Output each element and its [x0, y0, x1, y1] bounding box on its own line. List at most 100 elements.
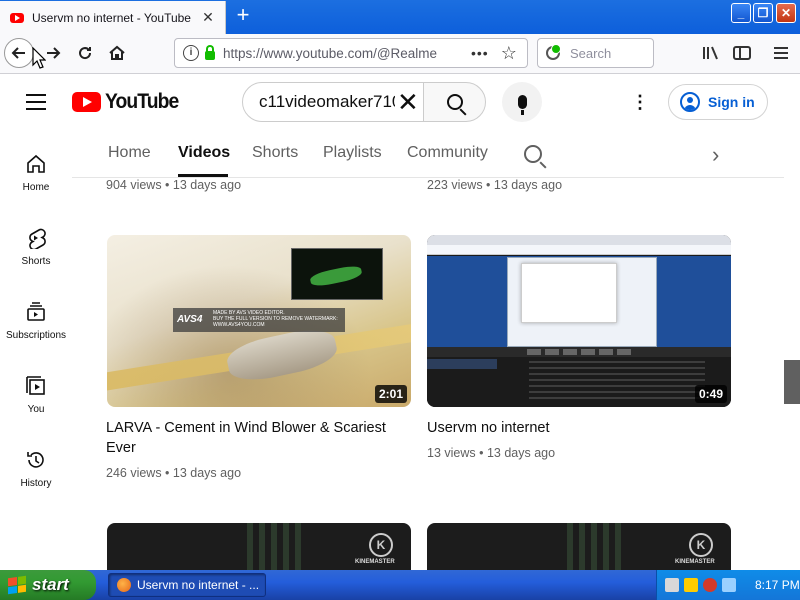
windows-flag-icon — [8, 575, 26, 595]
clock: 8:17 PM — [755, 578, 800, 592]
video-meta: 223 views • 13 days ago — [427, 178, 563, 192]
microphone-icon — [517, 95, 527, 115]
home-button[interactable] — [102, 38, 132, 68]
video-title[interactable]: Uservm no internet — [427, 418, 727, 438]
search-engine-icon — [546, 44, 561, 60]
home-icon — [109, 45, 125, 60]
youtube-search-input[interactable]: c11videomaker710 ✕ — [242, 82, 424, 122]
kinemaster-logo-icon: K — [369, 533, 393, 557]
shorts-icon — [24, 226, 48, 250]
rail-item-history[interactable]: History — [0, 448, 72, 489]
guide-menu-icon[interactable] — [26, 94, 46, 110]
youtube-logo[interactable]: YouTube — [72, 90, 185, 113]
video-title[interactable]: LARVA - Cement in Wind Blower & Scariest… — [106, 418, 406, 458]
rail-item-you[interactable]: You — [0, 374, 72, 415]
tray-shield-icon[interactable] — [703, 578, 717, 592]
tray-network-icon[interactable] — [665, 578, 679, 592]
browser-nav-bar: i https://www.youtube.com/@Realme ••• ☆ … — [0, 34, 800, 74]
duration-badge: 0:49 — [694, 385, 727, 403]
url-text: https://www.youtube.com/@Realme — [223, 45, 438, 61]
tab-home[interactable]: Home — [108, 144, 151, 162]
sign-in-button[interactable]: Sign in — [668, 84, 768, 120]
tray-security-icon[interactable] — [684, 578, 698, 592]
video-thumbnail[interactable]: K KINEMASTER — [427, 523, 731, 570]
browser-search-box[interactable]: Search — [537, 38, 654, 68]
rail-label-history: History — [20, 478, 52, 489]
new-tab-button[interactable]: + — [232, 4, 254, 28]
watermark-line: WWW.AVS4YOU.COM — [213, 322, 265, 328]
maximize-button[interactable]: ❐ — [753, 3, 773, 23]
address-bar[interactable]: i https://www.youtube.com/@Realme ••• ☆ — [174, 38, 528, 68]
taskbar-window-label: Uservm no internet - ... — [137, 578, 260, 592]
kinemaster-badge: KINEMASTER — [675, 559, 715, 565]
rail-label-you: You — [27, 404, 45, 415]
library-icon — [703, 46, 718, 60]
voice-search-button[interactable] — [502, 82, 542, 122]
tab-playlists[interactable]: Playlists — [323, 144, 382, 162]
sign-in-label: Sign in — [708, 94, 755, 110]
video-thumbnail[interactable]: AVS4 MADE BY AVS VIDEO EDITOR. BUY THE F… — [107, 235, 411, 407]
tabs-next-chevron-icon[interactable]: › — [712, 142, 719, 168]
bookmark-star-icon[interactable]: ☆ — [501, 43, 517, 64]
rail-item-subscriptions[interactable]: Subscriptions — [0, 300, 72, 341]
youtube-header: YouTube c11videomaker710 ✕ ⋮ Sign in — [0, 74, 800, 130]
browser-tab-strip: Uservm no internet - YouTube ✕ + _ ❐ ✕ — [0, 0, 800, 34]
tray-volume-icon[interactable] — [722, 578, 736, 592]
close-tab-icon[interactable]: ✕ — [197, 9, 219, 26]
page-actions-icon[interactable]: ••• — [471, 45, 489, 61]
minimize-button[interactable]: _ — [731, 3, 751, 23]
back-button[interactable] — [4, 38, 34, 68]
video-thumbnail[interactable]: 0:49 — [427, 235, 731, 407]
rail-item-home[interactable]: Home — [0, 152, 72, 193]
clear-search-icon[interactable]: ✕ — [397, 89, 419, 115]
tab-shorts[interactable]: Shorts — [252, 144, 298, 162]
video-meta: 13 views • 13 days ago — [427, 446, 556, 460]
video-meta: 246 views • 13 days ago — [106, 466, 242, 480]
close-window-button[interactable]: ✕ — [776, 3, 796, 23]
subscriptions-icon — [24, 300, 48, 324]
arrow-left-icon — [11, 47, 25, 59]
kinemaster-logo-icon: K — [689, 533, 713, 557]
mouse-cursor-icon — [32, 47, 46, 69]
tab-title: Uservm no internet - YouTube — [32, 10, 191, 25]
arrow-right-icon — [47, 47, 61, 59]
firefox-icon — [117, 578, 131, 592]
start-button[interactable]: start — [0, 570, 96, 600]
video-meta: 904 views • 13 days ago — [106, 178, 242, 192]
tab-community[interactable]: Community — [407, 144, 488, 162]
windows-taskbar: start Uservm no internet - ... 8:17 PM — [0, 570, 800, 600]
taskbar-window-button[interactable]: Uservm no internet - ... — [108, 573, 266, 597]
lock-icon — [205, 44, 215, 60]
rail-label-home: Home — [22, 182, 50, 193]
video-thumbnail[interactable]: K KINEMASTER — [107, 523, 411, 570]
duration-badge: 2:01 — [374, 385, 407, 403]
search-icon — [446, 94, 463, 110]
kinemaster-badge: KINEMASTER — [355, 559, 395, 565]
account-icon — [680, 92, 700, 112]
picture-in-picture-inset — [291, 248, 383, 300]
sidebar-button[interactable] — [729, 40, 755, 66]
page-scrollbar-thumb[interactable] — [784, 360, 800, 404]
browser-tab[interactable]: Uservm no internet - YouTube ✕ — [0, 1, 226, 34]
channel-search-icon[interactable] — [524, 145, 547, 169]
youtube-play-icon — [72, 92, 101, 112]
history-icon — [24, 448, 48, 472]
site-info-icon[interactable]: i — [183, 45, 199, 61]
youtube-favicon-icon — [10, 12, 24, 23]
avs4you-logo: AVS4 — [177, 314, 203, 325]
system-tray: 8:17 PM — [656, 570, 800, 600]
youtube-search-button[interactable] — [423, 82, 486, 122]
rail-item-shorts[interactable]: Shorts — [0, 226, 72, 267]
settings-more-icon[interactable]: ⋮ — [630, 91, 650, 113]
watermark-banner: AVS4 MADE BY AVS VIDEO EDITOR. BUY THE F… — [173, 308, 345, 332]
reload-button[interactable] — [70, 38, 100, 68]
sidebar-icon — [733, 46, 751, 60]
menu-button[interactable] — [768, 40, 794, 66]
you-icon — [24, 374, 48, 398]
browser-search-placeholder: Search — [570, 45, 612, 61]
search-query-text: c11videomaker710 — [259, 92, 395, 111]
reload-icon — [79, 47, 92, 60]
rail-label-subscriptions: Subscriptions — [5, 330, 67, 341]
tab-videos[interactable]: Videos — [178, 144, 230, 162]
library-button[interactable] — [698, 40, 724, 66]
